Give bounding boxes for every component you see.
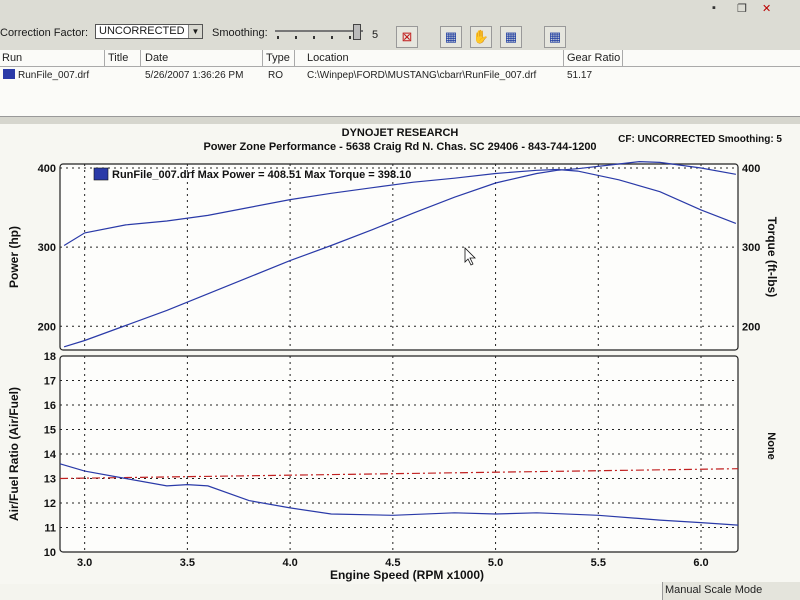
- column-separator[interactable]: [622, 50, 623, 66]
- toolbar: ▪ ❐ ✕ Correction Factor: UNCORRECTED ▼ S…: [0, 0, 800, 51]
- run-gear-ratio: 51.17: [567, 70, 593, 81]
- minimize-icon[interactable]: ▪: [712, 2, 716, 14]
- chevron-down-icon[interactable]: ▼: [188, 25, 202, 38]
- run-color-swatch: [3, 69, 15, 79]
- column-header-run[interactable]: Run: [2, 52, 22, 64]
- correction-label: Correction Factor:: [0, 27, 89, 39]
- legend-swatch: [93, 167, 109, 181]
- slider-tick: [349, 36, 351, 39]
- smoothing-slider[interactable]: [275, 24, 363, 42]
- chart-subtitle: Power Zone Performance - 5638 Craig Rd N…: [203, 141, 596, 153]
- slider-tick: [331, 36, 333, 39]
- graph-zoom-icon[interactable]: ▦: [440, 26, 462, 48]
- x-axis-label: Engine Speed (RPM x1000): [330, 568, 484, 582]
- slider-tick: [313, 36, 315, 39]
- graph-cursor-icon[interactable]: ▦: [500, 26, 522, 48]
- column-header-title[interactable]: Title: [108, 52, 128, 64]
- correction-factor-select[interactable]: UNCORRECTED ▼: [95, 24, 203, 39]
- delete-graph-icon[interactable]: ⊠: [396, 26, 418, 48]
- y-tick-label-afr: 16: [44, 400, 56, 412]
- runs-table: Run Title Date Type Location Gear Ratio …: [0, 50, 800, 116]
- correction-value: UNCORRECTED: [99, 25, 185, 37]
- close-icon[interactable]: ✕: [762, 2, 771, 15]
- y-axis-label-power: Power (hp): [7, 226, 21, 288]
- y-tick-label-afr: 17: [44, 376, 56, 388]
- run-type: RO: [268, 70, 283, 81]
- column-header-gear-ratio[interactable]: Gear Ratio: [567, 52, 620, 64]
- grid-icon[interactable]: ▦: [544, 26, 566, 48]
- y-tick-label-afr: 11: [44, 523, 56, 535]
- header-divider: [0, 66, 800, 67]
- y-axis-label-torque: Torque (ft-lbs): [765, 217, 779, 297]
- chart-title: DYNOJET RESEARCH: [342, 127, 459, 139]
- run-date: 5/26/2007 1:36:26 PM: [145, 70, 244, 81]
- column-separator[interactable]: [140, 50, 141, 66]
- run-location: C:\Winpep\FORD\MUSTANG\cbarr\RunFile_007…: [307, 70, 537, 81]
- y-tick-label-power: 200: [38, 321, 56, 333]
- smoothing-value: 5: [372, 29, 379, 41]
- y-tick-label-torque: 300: [742, 242, 760, 254]
- column-separator[interactable]: [294, 50, 295, 66]
- slider-thumb[interactable]: [353, 24, 361, 40]
- smoothing-label: Smoothing:: [212, 27, 268, 39]
- y-axis-label-afr: Air/Fuel Ratio (Air/Fuel): [7, 387, 21, 521]
- x-tick-label: 3.5: [180, 557, 195, 569]
- y-axis-label-none: None: [765, 432, 777, 460]
- legend-text: RunFile_007.drf Max Power = 408.51 Max T…: [112, 169, 411, 181]
- y-tick-label-power: 300: [38, 242, 56, 254]
- hand-icon[interactable]: ✋: [470, 26, 492, 48]
- column-separator[interactable]: [262, 50, 263, 66]
- y-tick-label-afr: 14: [44, 449, 57, 461]
- y-tick-label-afr: 13: [44, 474, 56, 486]
- column-separator[interactable]: [104, 50, 105, 66]
- chart-cf-smoothing: CF: UNCORRECTED Smoothing: 5: [618, 134, 782, 145]
- column-header-location[interactable]: Location: [307, 52, 349, 64]
- y-tick-label-afr: 10: [44, 547, 56, 559]
- slider-tick: [295, 36, 297, 39]
- x-tick-label: 6.0: [693, 557, 708, 569]
- scale-mode-status: Manual Scale Mode: [665, 584, 763, 596]
- y-tick-label-afr: 18: [44, 351, 56, 363]
- x-tick-label: 4.0: [282, 557, 297, 569]
- run-name: RunFile_007.drf: [18, 70, 90, 81]
- y-tick-label-torque: 200: [742, 321, 760, 333]
- column-separator[interactable]: [563, 50, 564, 66]
- column-header-type[interactable]: Type: [266, 52, 290, 64]
- y-tick-label-afr: 15: [44, 425, 56, 437]
- y-tick-label-power: 400: [38, 163, 56, 175]
- power-torque-plot-area: [59, 163, 739, 351]
- x-tick-label: 3.0: [77, 557, 92, 569]
- slider-track: [275, 30, 363, 32]
- x-tick-label: 5.0: [488, 557, 503, 569]
- restore-icon[interactable]: ❐: [737, 2, 747, 15]
- y-tick-label-torque: 400: [742, 163, 760, 175]
- y-tick-label-afr: 12: [44, 498, 56, 510]
- slider-tick: [277, 36, 279, 39]
- dyno-chart: DYNOJET RESEARCH Power Zone Performance …: [0, 124, 800, 584]
- x-tick-label: 5.5: [591, 557, 606, 569]
- column-header-date[interactable]: Date: [145, 52, 168, 64]
